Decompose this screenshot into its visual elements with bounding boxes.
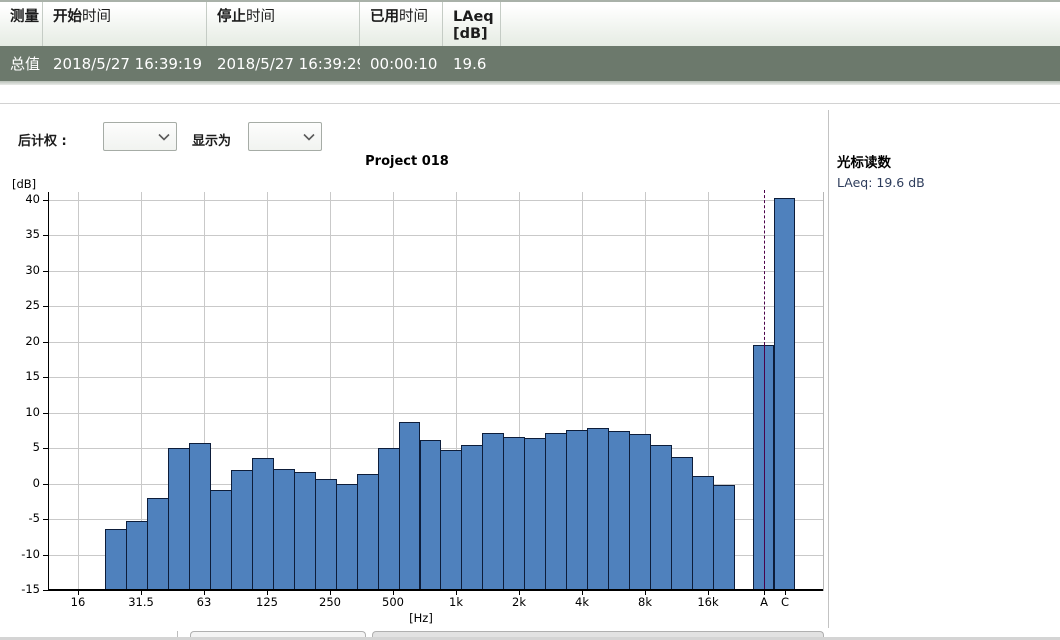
- bar-500[interactable]: [378, 448, 400, 589]
- bar-3.15k[interactable]: [545, 433, 567, 589]
- bar-5k[interactable]: [587, 428, 609, 589]
- y-tick-label: 25: [2, 298, 40, 312]
- y-tick-label: 40: [2, 192, 40, 206]
- x-tick-label-500: 500: [365, 595, 421, 609]
- plot-right-border: [823, 192, 824, 591]
- bar-250[interactable]: [315, 479, 337, 589]
- bar-10k[interactable]: [650, 445, 672, 589]
- cursor-panel-title: 光标读数: [837, 151, 891, 171]
- bar-16k[interactable]: [692, 476, 714, 589]
- bar-630[interactable]: [399, 422, 421, 589]
- x-tick-label-8k: 8k: [617, 595, 673, 609]
- bar-1.6k[interactable]: [482, 433, 504, 589]
- h-gridline: [48, 235, 823, 236]
- h-gridline: [48, 342, 823, 343]
- y-tick-label: 5: [2, 440, 40, 454]
- x-axis-unit-label: [Hz]: [396, 611, 446, 625]
- bar-160[interactable]: [273, 469, 295, 589]
- bar-2.5k[interactable]: [524, 438, 546, 589]
- x-axis-line: [48, 589, 823, 591]
- cursor-reading-value: LAeq: 19.6 dB: [837, 175, 925, 190]
- x-tick-label-16: 16: [50, 595, 106, 609]
- y-tick-label: -10: [2, 547, 40, 561]
- x-tick-label-4k: 4k: [554, 595, 610, 609]
- h-gridline: [48, 377, 823, 378]
- x-tick-label-125: 125: [239, 595, 295, 609]
- bar-100[interactable]: [231, 470, 253, 589]
- bar-8k[interactable]: [629, 434, 651, 589]
- x-tick-label-63: 63: [176, 595, 232, 609]
- y-tick-label: 15: [2, 369, 40, 383]
- bar-20k[interactable]: [713, 485, 735, 589]
- bar-25[interactable]: [105, 529, 127, 589]
- y-tick-label: -15: [2, 582, 40, 596]
- x-tick-label-1k: 1k: [428, 595, 484, 609]
- y-tick-label: 30: [2, 263, 40, 277]
- h-gridline: [48, 200, 823, 201]
- x-tick-label-31.5: 31.5: [113, 595, 169, 609]
- bar-63[interactable]: [189, 443, 211, 589]
- cursor-line-solid[interactable]: [764, 345, 765, 589]
- v-gridline: [78, 192, 79, 589]
- bar-12.5k[interactable]: [671, 457, 693, 589]
- bar-chart-plot: 40 35 30 25 20 15 10 5 0 -5 -10 -15 16 31.5 63 125 250 50…: [0, 0, 836, 640]
- bar-6.3k[interactable]: [608, 431, 630, 589]
- bar-80[interactable]: [210, 490, 232, 589]
- bar-1.25k[interactable]: [461, 445, 483, 589]
- bar-31.5[interactable]: [126, 521, 148, 589]
- cursor-line-dashed[interactable]: [764, 190, 765, 345]
- bar-800[interactable]: [420, 440, 442, 589]
- y-tick-label: 0: [2, 476, 40, 490]
- x-tick-label-16k: 16k: [680, 595, 736, 609]
- bar-4k[interactable]: [566, 430, 588, 589]
- x-tick-label-250: 250: [302, 595, 358, 609]
- bar-40[interactable]: [147, 498, 169, 589]
- bar-400[interactable]: [357, 474, 379, 589]
- panel-divider: [828, 110, 829, 628]
- h-gridline: [48, 413, 823, 414]
- bar-315[interactable]: [336, 484, 358, 589]
- bar-1k[interactable]: [440, 450, 462, 589]
- bar-125[interactable]: [252, 458, 274, 589]
- h-gridline: [48, 271, 823, 272]
- bar-2k[interactable]: [503, 437, 525, 589]
- y-tick-label: 20: [2, 334, 40, 348]
- y-tick-label: 35: [2, 227, 40, 241]
- h-gridline: [48, 306, 823, 307]
- x-tick-label-2k: 2k: [491, 595, 547, 609]
- bar-C[interactable]: [774, 198, 795, 589]
- bar-50[interactable]: [168, 448, 190, 589]
- y-tick-label: -5: [2, 511, 40, 525]
- bar-200[interactable]: [294, 472, 316, 589]
- x-tick-label-C: C: [757, 595, 813, 609]
- y-tick-label: 10: [2, 405, 40, 419]
- y-axis-line: [48, 192, 49, 591]
